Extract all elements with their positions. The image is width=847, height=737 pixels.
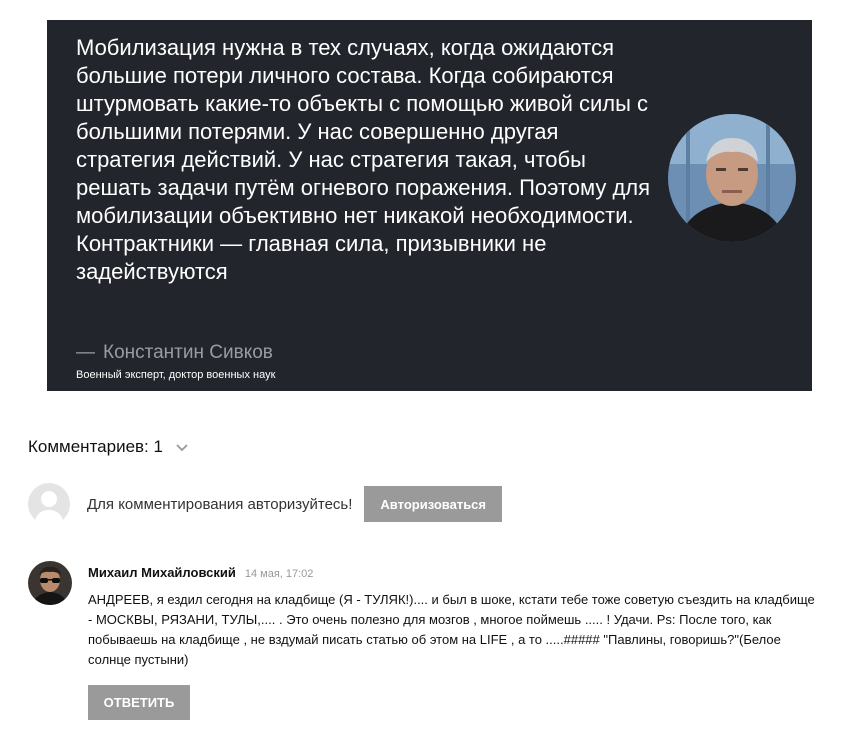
- quote-author: Константин Сивков: [103, 342, 273, 363]
- comment-author[interactable]: Михаил Михайловский: [88, 565, 236, 580]
- comment-text: АНДРЕЕВ, я ездил сегодня на кладбище (Я …: [88, 592, 815, 667]
- chevron-down-icon[interactable]: [175, 440, 189, 454]
- user-placeholder-icon: [28, 483, 70, 525]
- auth-row: Для комментирования авторизуйтесь! Автор…: [28, 482, 503, 526]
- author-photo: [668, 114, 796, 242]
- comments-header[interactable]: Комментариев: 1: [28, 437, 189, 457]
- commenter-avatar[interactable]: [28, 561, 72, 605]
- auth-prompt: Для комментирования авторизуйтесь!: [87, 495, 353, 513]
- quote-author-line: — Константин Сивков: [76, 342, 273, 364]
- login-button[interactable]: Авторизоваться: [364, 486, 503, 522]
- quote-text: Мобилизация нужна в тех случаях, когда о…: [76, 35, 651, 284]
- quote-card: Мобилизация нужна в тех случаях, когда о…: [47, 20, 812, 391]
- comment-meta: Михаил Михайловский 14 мая, 17:02: [88, 565, 313, 580]
- comment-date: 14 мая, 17:02: [244, 568, 314, 580]
- reply-button[interactable]: ОТВЕТИТЬ: [88, 685, 190, 720]
- comments-count: Комментариев: 1: [28, 437, 163, 456]
- author-dash: —: [76, 342, 95, 363]
- quote-author-title: Военный эксперт, доктор военных наук: [76, 369, 276, 381]
